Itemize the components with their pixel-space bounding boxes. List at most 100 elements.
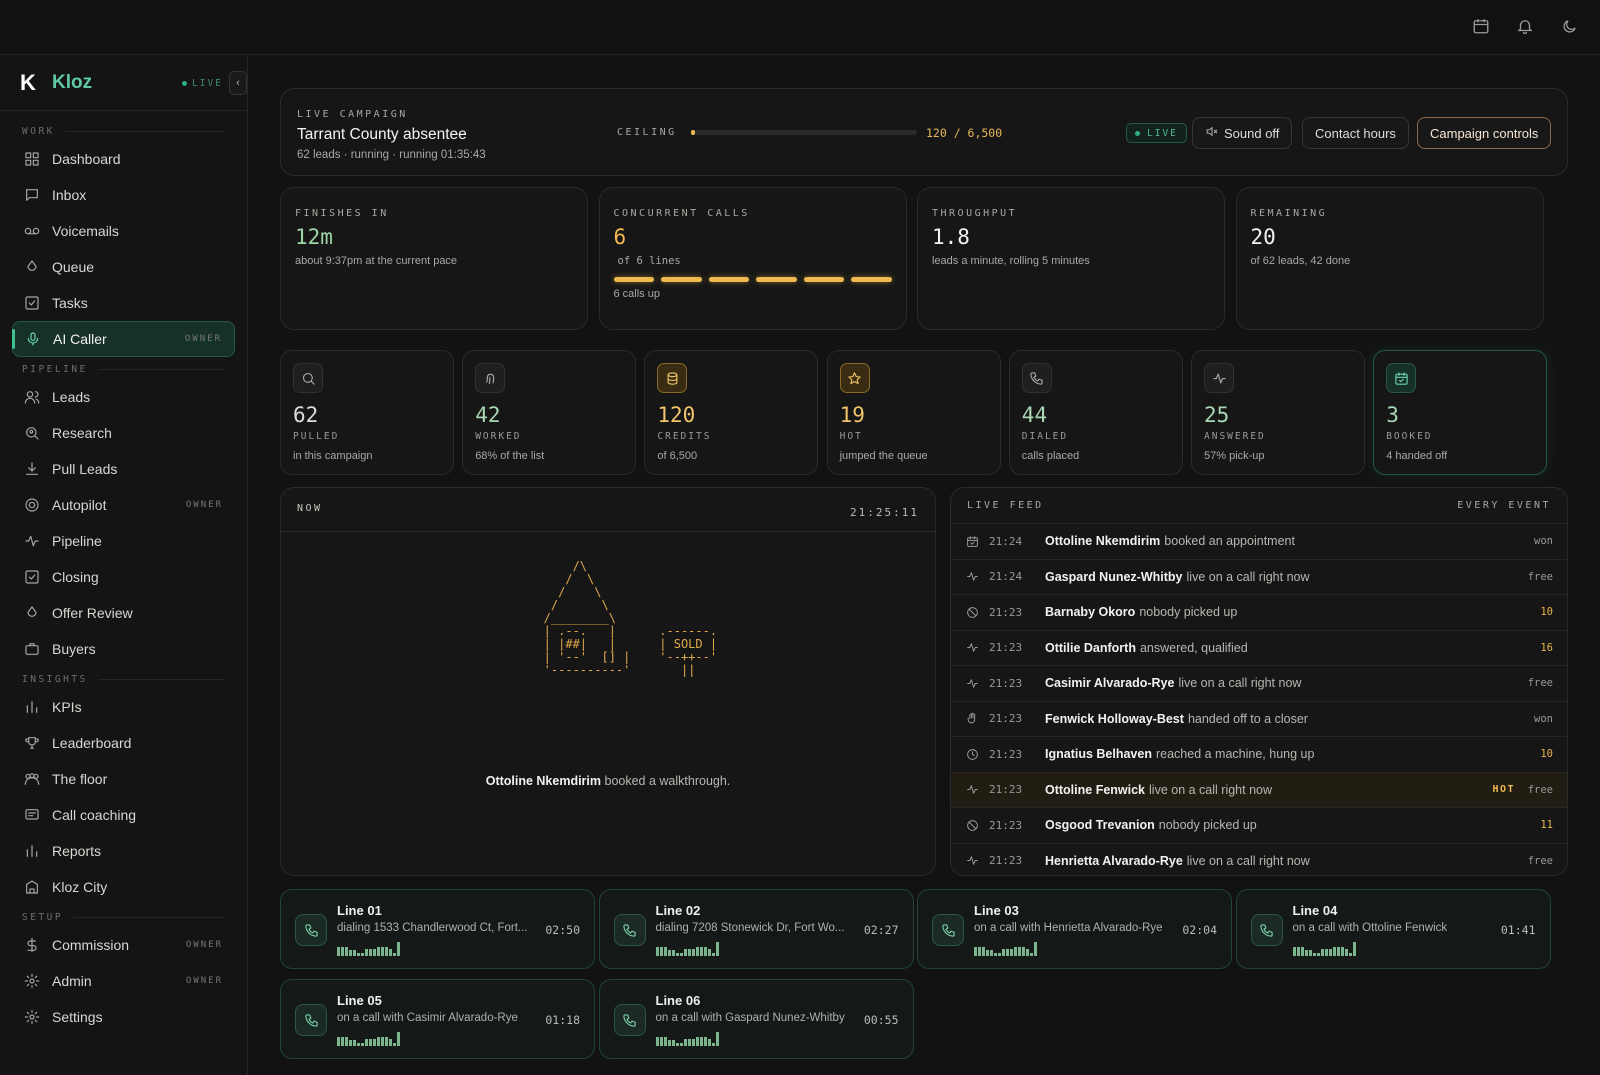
sidebar-item-pull-leads[interactable]: Pull Leads [12, 451, 235, 487]
feed-row[interactable]: 21:23 Henrietta Alvarado-Rye live on a cal… [951, 842, 1567, 876]
feed-name[interactable]: Ottoline Fenwick [1045, 783, 1145, 797]
sidebar-item-autopilot[interactable]: Autopilot OWNER [12, 487, 235, 523]
sidebar-item-label: KPIs [52, 699, 82, 715]
sidebar-item-reports[interactable]: Reports [12, 833, 235, 869]
sidebar-item-admin[interactable]: Admin OWNER [12, 963, 235, 999]
hand-icon [965, 712, 979, 725]
call-line-4[interactable]: Line 04 on a call with Ottoline Fenwick 01… [1235, 889, 1551, 969]
sidebar: K Kloz LIVE ‹ WORK Dashboard Inbox Voicemai… [0, 55, 248, 1075]
sidebar-item-closing[interactable]: Closing [12, 559, 235, 595]
sidebar-item-offer-review[interactable]: Offer Review [12, 595, 235, 631]
tile-worked: 42 WORKED 68% of the list [462, 350, 637, 475]
sidebar-item-research[interactable]: Research [12, 415, 235, 451]
feed-time: 21:23 [989, 783, 1023, 797]
now-caption-action: booked a walkthrough. [604, 774, 731, 788]
sidebar-item-kloz-city[interactable]: Kloz City [12, 869, 235, 905]
feed-name[interactable]: Fenwick Holloway-Best [1045, 712, 1184, 726]
building-icon [24, 879, 40, 895]
feed-time: 21:23 [989, 605, 1023, 619]
sidebar-item-voicemails[interactable]: Voicemails [12, 213, 235, 249]
call-line-1[interactable]: Line 01 dialing 1533 Chandlerwood Ct, For… [280, 889, 595, 969]
sidebar-item-tasks[interactable]: Tasks [12, 285, 235, 321]
kloz-logo[interactable]: K [20, 71, 42, 94]
sidebar-item-label: Tasks [52, 295, 88, 311]
sidebar-item-kpis[interactable]: KPIs [12, 689, 235, 725]
tile-label: CREDITS [657, 431, 712, 442]
audio-waveform [337, 942, 400, 956]
phone-icon [295, 914, 327, 946]
stat-value: 20 [1250, 225, 1276, 249]
sidebar-item-leaderboard[interactable]: Leaderboard [12, 725, 235, 761]
sidebar-item-buyers[interactable]: Buyers [12, 631, 235, 667]
feed-row[interactable]: 21:24 Ottoline Nkemdirim booked an appoint… [951, 523, 1567, 559]
sidebar-item-inbox[interactable]: Inbox [12, 177, 235, 213]
feed-row[interactable]: 21:23 Ignatius Belhaven reached a machine,… [951, 736, 1567, 772]
feed-name[interactable]: Ignatius Belhaven [1045, 747, 1152, 761]
tile-label: HOT [839, 431, 863, 442]
pulse-icon [24, 533, 40, 549]
feed-value: free [1527, 854, 1553, 867]
sidebar-item-label: Leaderboard [52, 735, 132, 751]
feed-value: won [1534, 712, 1553, 725]
call-line-3[interactable]: Line 03 on a call with Henrietta Alvarado… [917, 889, 1232, 969]
feed-name[interactable]: Osgood Trevanion [1045, 818, 1155, 832]
tile-dialed: 44 DIALED calls placed [1008, 350, 1183, 475]
sidebar-item-commission[interactable]: Commission OWNER [12, 927, 235, 963]
contact-hours-button[interactable]: Contact hours [1302, 117, 1409, 149]
pulse-icon [965, 783, 979, 796]
call-line-5[interactable]: Line 05 on a call with Casimir Alvarado-R… [280, 979, 595, 1059]
call-line-2[interactable]: Line 02 dialing 7208 Stonewick Dr, Fort W… [598, 889, 914, 969]
pulse-icon [965, 570, 979, 583]
feed-action: live on a call right now [1186, 853, 1310, 868]
bell-icon[interactable] [1514, 15, 1536, 37]
app-name[interactable]: Kloz [52, 72, 92, 94]
pulse-icon [1204, 363, 1234, 393]
feed-row[interactable]: 21:24 Gaspard Nunez-Whitby live on a call … [951, 558, 1567, 595]
feed-name[interactable]: Henrietta Alvarado-Rye [1045, 854, 1183, 868]
feed-row[interactable]: 21:23 Ottilie Danforth answered, qualified… [951, 629, 1567, 666]
collapse-sidebar-button[interactable]: ‹ [229, 71, 247, 95]
sidebar-item-ai-caller[interactable]: AI Caller OWNER [12, 321, 235, 357]
feed-row[interactable]: 21:23 Fenwick Holloway-Best handed off to … [951, 700, 1567, 737]
line-timer: 02:27 [863, 923, 899, 937]
feed-name[interactable]: Barnaby Okoro [1045, 605, 1135, 619]
phone-icon [295, 1004, 327, 1036]
call-line-6[interactable]: Line 06 on a call with Gaspard Nunez-Whit… [598, 979, 914, 1059]
now-caption-name[interactable]: Ottoline Nkemdirim [486, 774, 601, 788]
sound-off-button[interactable]: Sound off [1192, 117, 1293, 149]
feed-name[interactable]: Ottoline Nkemdirim [1045, 534, 1160, 548]
audio-waveform [655, 942, 719, 956]
tile-sub: 4 handed off [1386, 450, 1448, 462]
sidebar-item-call-coaching[interactable]: Call coaching [12, 797, 235, 833]
line-status: on a call with Henrietta Alvarado-Rye [974, 922, 1163, 934]
tile-sub: calls placed [1021, 450, 1080, 462]
feed-row[interactable]: 21:23 Barnaby Okoro nobody picked up 10 [951, 594, 1567, 630]
feed-row[interactable]: 21:23 Casimir Alvarado-Rye live on a call … [951, 665, 1567, 701]
now-label: NOW [297, 503, 323, 514]
sidebar-item-dashboard[interactable]: Dashboard [12, 141, 235, 177]
feed-name[interactable]: Ottilie Danforth [1045, 641, 1136, 655]
sidebar-nav: WORK Dashboard Inbox Voicemails Queue Tasks AI… [0, 121, 247, 1035]
sidebar-item-settings[interactable]: Settings [12, 999, 235, 1035]
bar-chart-icon [24, 699, 40, 715]
feed-row[interactable]: 21:23 Osgood Trevanion nobody picked up 11 [951, 807, 1567, 843]
sidebar-item-leads[interactable]: Leads [12, 379, 235, 415]
stat-label: REMAINING [1250, 208, 1328, 219]
sidebar-item-pipeline[interactable]: Pipeline [12, 523, 235, 559]
ceiling-label: CEILING [617, 127, 677, 138]
feed-name[interactable]: Gaspard Nunez-Whitby [1045, 570, 1183, 584]
message-icon [24, 807, 40, 823]
feed-row[interactable]: 21:23 Ottoline Fenwick live on a call righ… [951, 771, 1567, 807]
calendar-icon[interactable] [1470, 15, 1492, 37]
sidebar-item-the-floor[interactable]: The floor [12, 761, 235, 797]
moon-icon[interactable] [1558, 15, 1580, 37]
campaign-controls-button[interactable]: Campaign controls [1417, 117, 1552, 149]
tile-label: WORKED [475, 431, 522, 442]
feed-name[interactable]: Casimir Alvarado-Rye [1045, 676, 1174, 690]
feed-filter[interactable]: EVERY EVENT [1457, 500, 1551, 511]
stat-value: 6 [613, 225, 627, 249]
sidebar-item-queue[interactable]: Queue [12, 249, 235, 285]
download-icon [24, 461, 40, 477]
tile-sub: in this campaign [293, 450, 373, 462]
feed-list: 21:24 Ottoline Nkemdirim booked an appoint… [951, 523, 1567, 876]
